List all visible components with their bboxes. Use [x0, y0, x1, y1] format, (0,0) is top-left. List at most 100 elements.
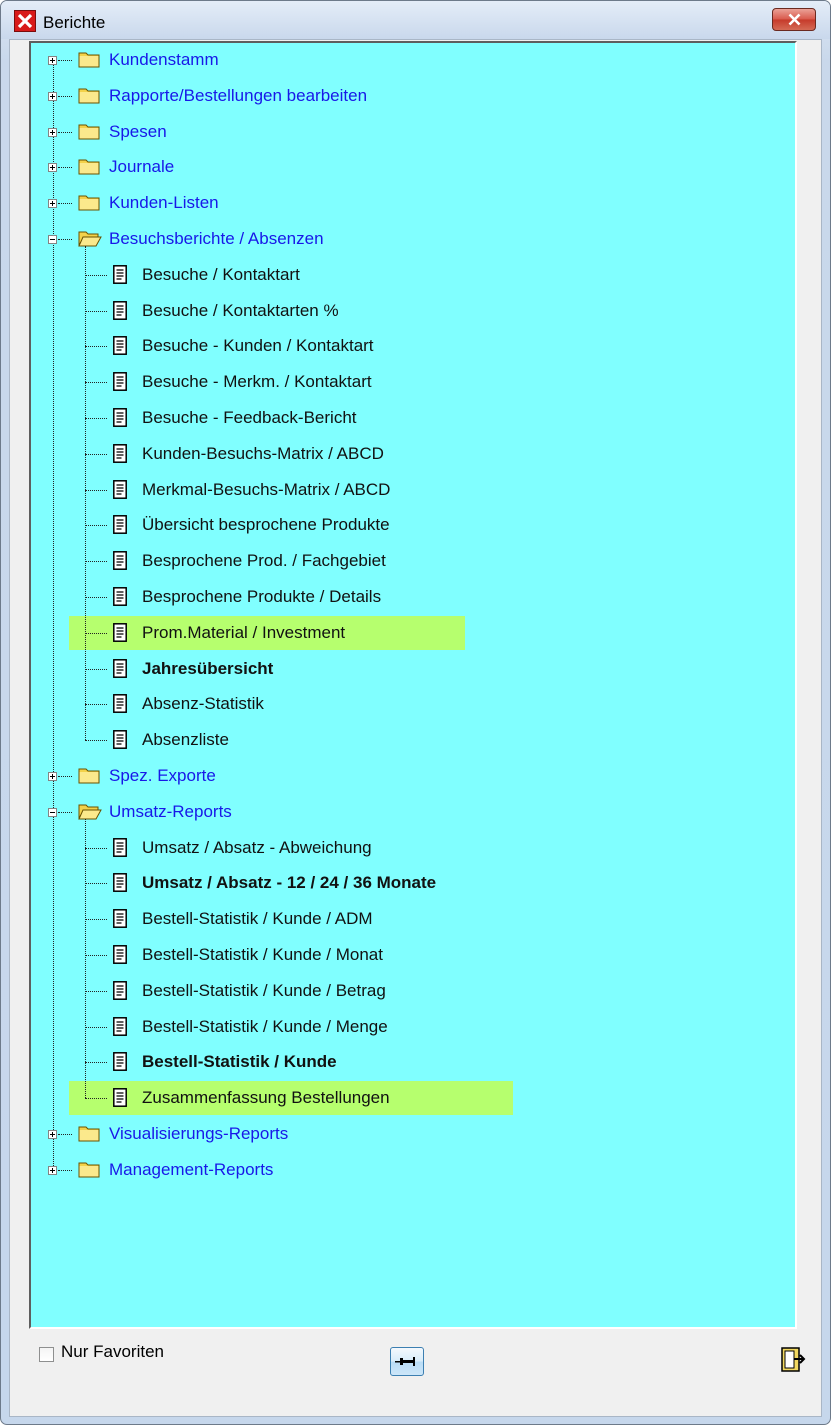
- tree-item-label[interactable]: Besprochene Prod. / Fachgebiet: [142, 551, 386, 571]
- tree-item-label[interactable]: Zusammenfassung Bestellungen: [142, 1088, 390, 1108]
- expand-icon[interactable]: [48, 91, 57, 101]
- tree-item-label[interactable]: Absenz-Statistik: [142, 694, 264, 714]
- tree-category-label[interactable]: Kundenstamm: [109, 50, 219, 70]
- tree-item-label[interactable]: Bestell-Statistik / Kunde: [142, 1052, 337, 1072]
- tree-item-label[interactable]: Besuche - Merkm. / Kontaktart: [142, 372, 372, 392]
- pin-button[interactable]: [390, 1347, 424, 1376]
- document-icon: [113, 587, 127, 606]
- tree-connector: [58, 60, 72, 61]
- tree-item[interactable]: Bestell-Statistik / Kunde / Menge: [31, 1014, 791, 1040]
- folder-icon: [78, 767, 100, 784]
- folder-icon: [78, 87, 100, 104]
- document-icon: [113, 730, 127, 750]
- tree-item[interactable]: Zusammenfassung Bestellungen: [31, 1085, 791, 1111]
- tree-item[interactable]: Bestell-Statistik / Kunde / ADM: [31, 906, 791, 932]
- tree-item[interactable]: Bestell-Statistik / Kunde / Monat: [31, 942, 791, 968]
- tree-item-label[interactable]: Übersicht besprochene Produkte: [142, 515, 390, 535]
- tree-category-0[interactable]: Kundenstamm: [31, 47, 791, 73]
- tree-category-label[interactable]: Spez. Exporte: [109, 766, 216, 786]
- tree-category-label[interactable]: Management-Reports: [109, 1160, 273, 1180]
- expand-icon[interactable]: [48, 1165, 57, 1175]
- tree-item[interactable]: Merkmal-Besuchs-Matrix / ABCD: [31, 477, 791, 503]
- tree-item-label[interactable]: Besuche - Kunden / Kontaktart: [142, 336, 374, 356]
- tree-connector: [85, 382, 107, 384]
- folder-icon: [78, 158, 100, 175]
- tree-item[interactable]: Bestell-Statistik / Kunde: [31, 1049, 791, 1075]
- pin-icon: [395, 1357, 415, 1366]
- collapse-icon[interactable]: [48, 807, 57, 817]
- tree-item-label[interactable]: Umsatz / Absatz - 12 / 24 / 36 Monate: [142, 873, 436, 893]
- tree-item[interactable]: Besuche - Feedback-Bericht: [31, 405, 791, 431]
- document-icon: [113, 837, 127, 857]
- tree-category-label[interactable]: Kunden-Listen: [109, 193, 219, 213]
- tree-category-5[interactable]: Besuchsberichte / Absenzen: [31, 226, 791, 252]
- tree-item[interactable]: Absenz-Statistik: [31, 691, 791, 717]
- tree-category-label[interactable]: Besuchsberichte / Absenzen: [109, 229, 324, 249]
- tree-item-label[interactable]: Bestell-Statistik / Kunde / ADM: [142, 909, 373, 929]
- tree-item-label[interactable]: Jahresübersicht: [142, 659, 273, 679]
- tree-item[interactable]: Besprochene Prod. / Fachgebiet: [31, 548, 791, 574]
- tree-connector: [85, 847, 107, 849]
- tree-category-2[interactable]: Spesen: [31, 119, 791, 145]
- report-tree[interactable]: Kundenstamm Rapporte/Bestellungen bearbei…: [29, 41, 797, 1329]
- tree-item-label[interactable]: Besuche / Kontaktart: [142, 265, 300, 285]
- expand-icon[interactable]: [48, 163, 57, 173]
- document-icon: [113, 551, 127, 571]
- tree-item[interactable]: Besuche - Kunden / Kontaktart: [31, 333, 791, 359]
- tree-category-label[interactable]: Visualisierungs-Reports: [109, 1124, 288, 1144]
- tree-category-label[interactable]: Journale: [109, 157, 174, 177]
- folder-icon: [78, 51, 100, 68]
- tree-item[interactable]: Übersicht besprochene Produkte: [31, 512, 791, 538]
- expand-icon[interactable]: [48, 772, 57, 781]
- tree-connector: [85, 990, 107, 992]
- tree-category-label[interactable]: Rapporte/Bestellungen bearbeiten: [109, 86, 367, 106]
- tree-item-label[interactable]: Bestell-Statistik / Kunde / Monat: [142, 945, 383, 965]
- tree-item[interactable]: Umsatz / Absatz - 12 / 24 / 36 Monate: [31, 870, 791, 896]
- expand-icon[interactable]: [48, 1130, 57, 1139]
- tree-connector: [85, 632, 107, 634]
- tree-category-label[interactable]: Umsatz-Reports: [109, 802, 232, 822]
- collapse-icon[interactable]: [48, 235, 57, 244]
- tree-item[interactable]: Prom.Material / Investment: [31, 620, 791, 646]
- tree-connector: [85, 919, 107, 921]
- tree-item[interactable]: Umsatz / Absatz - Abweichung: [31, 835, 791, 861]
- tree-category-3[interactable]: Journale: [31, 154, 791, 180]
- tree-item[interactable]: Besuche / Kontaktart: [31, 262, 791, 288]
- tree-item-label[interactable]: Absenzliste: [142, 730, 229, 750]
- tree-item-label[interactable]: Prom.Material / Investment: [142, 623, 345, 643]
- tree-category-label[interactable]: Spesen: [109, 122, 167, 142]
- tree-category-1[interactable]: Rapporte/Bestellungen bearbeiten: [31, 83, 791, 109]
- tree-item[interactable]: Besprochene Produkte / Details: [31, 584, 791, 610]
- tree-category-8[interactable]: Visualisierungs-Reports: [31, 1121, 791, 1147]
- tree-connector: [85, 597, 107, 598]
- tree-item-label[interactable]: Kunden-Besuchs-Matrix / ABCD: [142, 444, 384, 464]
- tree-category-7[interactable]: Umsatz-Reports: [31, 799, 791, 825]
- tree-item[interactable]: Besuche - Merkm. / Kontaktart: [31, 369, 791, 395]
- tree-category-4[interactable]: Kunden-Listen: [31, 190, 791, 216]
- exit-button[interactable]: [781, 1347, 807, 1372]
- tree-category-9[interactable]: Management-Reports: [31, 1157, 791, 1183]
- tree-item[interactable]: Kunden-Besuchs-Matrix / ABCD: [31, 441, 791, 467]
- expand-icon[interactable]: [48, 127, 57, 137]
- expand-icon[interactable]: [48, 199, 57, 209]
- tree-item-label[interactable]: Besuche / Kontaktarten %: [142, 301, 339, 321]
- tree-category-6[interactable]: Spez. Exporte: [31, 763, 791, 789]
- document-icon: [113, 694, 127, 714]
- tree-item[interactable]: Absenzliste: [31, 727, 791, 753]
- favorites-checkbox[interactable]: [39, 1347, 54, 1362]
- tree-connector: [58, 95, 72, 97]
- tree-item-label[interactable]: Merkmal-Besuchs-Matrix / ABCD: [142, 480, 390, 500]
- close-button[interactable]: [772, 8, 816, 31]
- expand-icon[interactable]: [48, 56, 57, 65]
- tree-item-label[interactable]: Besprochene Produkte / Details: [142, 587, 381, 607]
- tree-connector: [85, 418, 107, 419]
- title-bar[interactable]: Berichte: [1, 1, 830, 39]
- tree-item-label[interactable]: Besuche - Feedback-Bericht: [142, 408, 357, 428]
- tree-item[interactable]: Besuche / Kontaktarten %: [31, 298, 791, 324]
- tree-item-label[interactable]: Bestell-Statistik / Kunde / Menge: [142, 1017, 388, 1037]
- favorites-label[interactable]: Nur Favoriten: [61, 1342, 164, 1362]
- tree-item-label[interactable]: Umsatz / Absatz - Abweichung: [142, 838, 372, 858]
- tree-item[interactable]: Jahresübersicht: [31, 656, 791, 682]
- tree-item[interactable]: Bestell-Statistik / Kunde / Betrag: [31, 978, 791, 1004]
- tree-item-label[interactable]: Bestell-Statistik / Kunde / Betrag: [142, 981, 386, 1001]
